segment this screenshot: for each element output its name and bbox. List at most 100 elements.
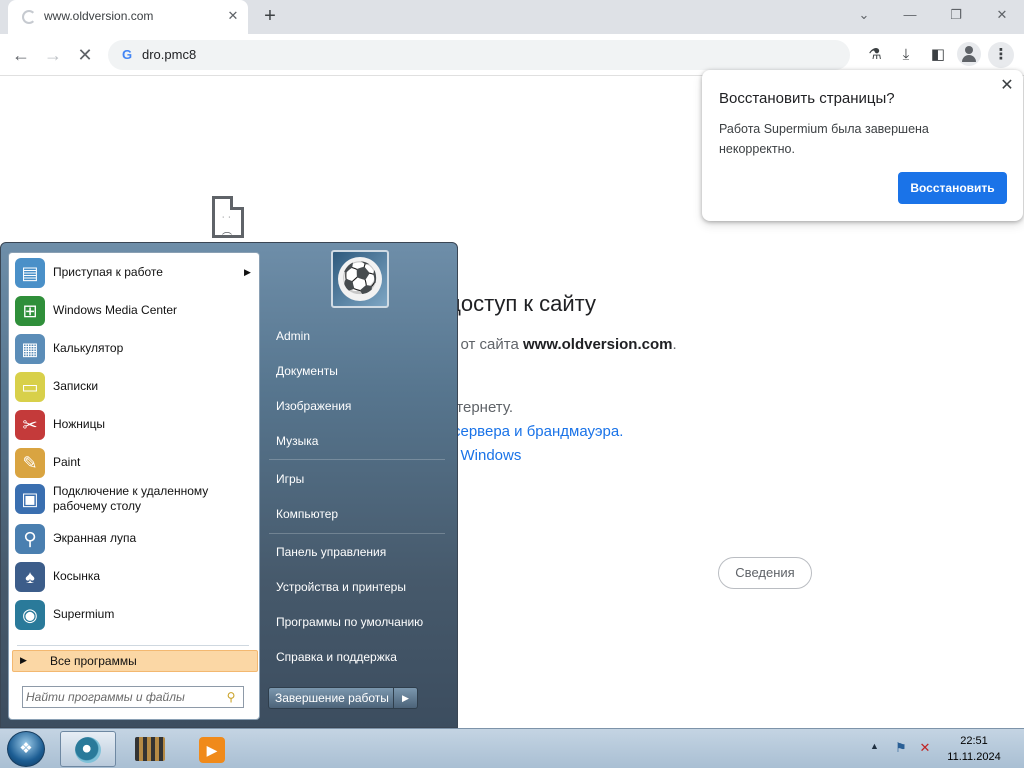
remote-desktop-icon: ▣ (15, 484, 45, 514)
shutdown-options-icon[interactable]: ▶ (394, 687, 418, 709)
labs-flask-icon[interactable]: ⚗ (862, 42, 888, 68)
start-program-item[interactable]: ▭ Записки (11, 369, 257, 405)
start-program-label: Windows Media Center (53, 303, 178, 317)
download-icon[interactable]: ⤓ (893, 42, 919, 68)
menu-dots-icon[interactable]: ⋮ (988, 42, 1014, 68)
start-right-item[interactable]: Документы (269, 357, 445, 385)
loading-spinner-icon (22, 10, 36, 24)
taskbar-app-media-player[interactable]: ▶ (184, 731, 240, 767)
start-program-item[interactable]: ✂ Ножницы (11, 407, 257, 443)
start-program-label: Калькулятор (53, 341, 124, 355)
tab-strip: www.oldversion.com ✕ + ⌄ — ❐ ✕ (0, 0, 1024, 34)
restore-button[interactable]: Восстановить (898, 172, 1007, 204)
start-right-item[interactable]: Компьютер (269, 500, 445, 528)
start-program-item[interactable]: ◉ Supermium (11, 597, 257, 633)
sad-document-icon: ˙ ˙ ︵ (212, 196, 244, 238)
start-program-item[interactable]: ♠ Косынка (11, 559, 257, 595)
address-bar[interactable]: G dro.pmc8 (108, 40, 850, 70)
shutdown-button[interactable]: Завершение работы (268, 687, 394, 709)
start-program-item[interactable]: ⊞ Windows Media Center (11, 293, 257, 329)
start-program-label: Supermium (53, 607, 115, 621)
media-center-icon: ⊞ (15, 296, 45, 326)
action-center-icon[interactable]: ⚑ (892, 739, 910, 757)
start-program-label: Подключение к удаленному рабочему столу (53, 484, 209, 513)
start-right-item[interactable]: Музыка (269, 427, 445, 455)
error-site-name: www.oldversion.com (523, 336, 673, 353)
start-program-label: Записки (53, 379, 99, 393)
start-right-item[interactable]: Игры (269, 465, 445, 493)
stop-button[interactable]: ✕ (72, 42, 98, 68)
search-input[interactable] (26, 689, 212, 705)
start-button[interactable]: ❖ (7, 731, 45, 767)
all-programs-button[interactable]: ▶ Все программы (12, 650, 258, 672)
start-right-item[interactable]: Панель управления (269, 538, 445, 566)
close-icon[interactable]: ✕ (997, 76, 1017, 96)
show-hidden-icons-icon[interactable]: ▲ (870, 741, 879, 751)
network-disconnected-icon[interactable]: ✕ (916, 739, 934, 757)
start-right-item[interactable]: Admin (269, 322, 445, 350)
all-programs-label: Все программы (50, 654, 137, 668)
taskbar: ❖ ▶ ▲ ⚑ ✕ 22:51 11.11.2024 (0, 728, 1024, 768)
clock-date: 11.11.2024 (947, 751, 1001, 763)
start-program-label: Приступая к работе (53, 265, 163, 279)
start-program-item[interactable]: ▦ Калькулятор (11, 331, 257, 367)
tab-close-icon[interactable]: ✕ (224, 7, 242, 25)
clock[interactable]: 22:51 11.11.2024 (942, 733, 1006, 765)
start-right-item[interactable]: Изображения (269, 392, 445, 420)
taskbar-app-supermium[interactable] (60, 731, 116, 767)
scissors-icon: ✂ (15, 410, 45, 440)
error-description-suffix: . (672, 336, 677, 353)
details-button[interactable]: Сведения (718, 557, 812, 589)
taskbar-app-film[interactable] (122, 731, 178, 767)
start-program-label: Косынка (53, 569, 101, 583)
getting-started-icon: ▤ (15, 258, 45, 288)
start-right-item[interactable]: Справка и поддержка (269, 643, 445, 671)
restore-popup-message: Работа Supermium была завершена некоррек… (719, 122, 929, 156)
error-heading: доступ к сайту (448, 291, 597, 316)
address-text[interactable]: dro.pmc8 (142, 47, 196, 62)
minimize-button[interactable]: — (896, 4, 924, 26)
start-menu-programs-pane: ▤ Приступая к работе ▶ ⊞ Windows Media Cente… (8, 252, 260, 720)
back-button[interactable]: ← (8, 42, 34, 68)
start-program-item[interactable]: ⚲ Экранная лупа (11, 521, 257, 557)
start-program-item[interactable]: ✎ Paint (11, 445, 257, 481)
error-description: а от сайта www.oldversion.com. (448, 336, 677, 353)
media-player-icon: ▶ (199, 737, 225, 763)
firewall-link[interactable]: -сервера и брандмауэра. (448, 423, 623, 440)
sticky-notes-icon: ▭ (15, 372, 45, 402)
search-icon[interactable]: ⚲ (223, 689, 239, 705)
divider (269, 533, 445, 534)
start-right-item[interactable]: Устройства и принтеры (269, 573, 445, 601)
start-search-box[interactable]: ⚲ (22, 686, 244, 708)
restore-popup-title: Восстановить страницы? (719, 90, 895, 107)
forward-button[interactable]: → (40, 42, 66, 68)
supermium-icon: ◉ (15, 600, 45, 630)
tab-search-icon[interactable]: ⌄ (850, 4, 878, 26)
windows-diagnostics-link[interactable]: е Windows (448, 447, 521, 464)
calculator-icon: ▦ (15, 334, 45, 364)
restore-pages-popup: Восстановить страницы? Работа Supermium … (702, 70, 1023, 221)
error-description-text: а от сайта (448, 336, 519, 353)
close-window-button[interactable]: ✕ (988, 4, 1016, 26)
tab-active[interactable]: www.oldversion.com ✕ (8, 0, 248, 34)
submenu-arrow-icon: ▶ (244, 267, 251, 277)
start-program-item[interactable]: ▤ Приступая к работе ▶ (11, 255, 257, 291)
triangle-right-icon: ▶ (20, 655, 27, 665)
start-program-label: Ножницы (53, 417, 106, 431)
user-picture[interactable]: ⚽ (331, 250, 389, 308)
maximize-button[interactable]: ❐ (942, 4, 970, 26)
film-icon (135, 737, 165, 761)
paint-icon: ✎ (15, 448, 45, 478)
supermium-icon (75, 737, 101, 763)
divider (17, 645, 249, 646)
start-right-item[interactable]: Программы по умолчанию (269, 608, 445, 636)
solitaire-icon: ♠ (15, 562, 45, 592)
start-program-label: Экранная лупа (53, 531, 137, 545)
profile-icon[interactable] (957, 42, 981, 66)
side-panel-icon[interactable]: ◧ (925, 42, 951, 68)
tab-title: www.oldversion.com (44, 9, 154, 23)
magnifier-icon: ⚲ (15, 524, 45, 554)
google-icon: G (121, 47, 133, 62)
new-tab-button[interactable]: + (258, 5, 282, 29)
start-program-item[interactable]: ▣ Подключение к удаленному рабочему столу (11, 481, 257, 517)
